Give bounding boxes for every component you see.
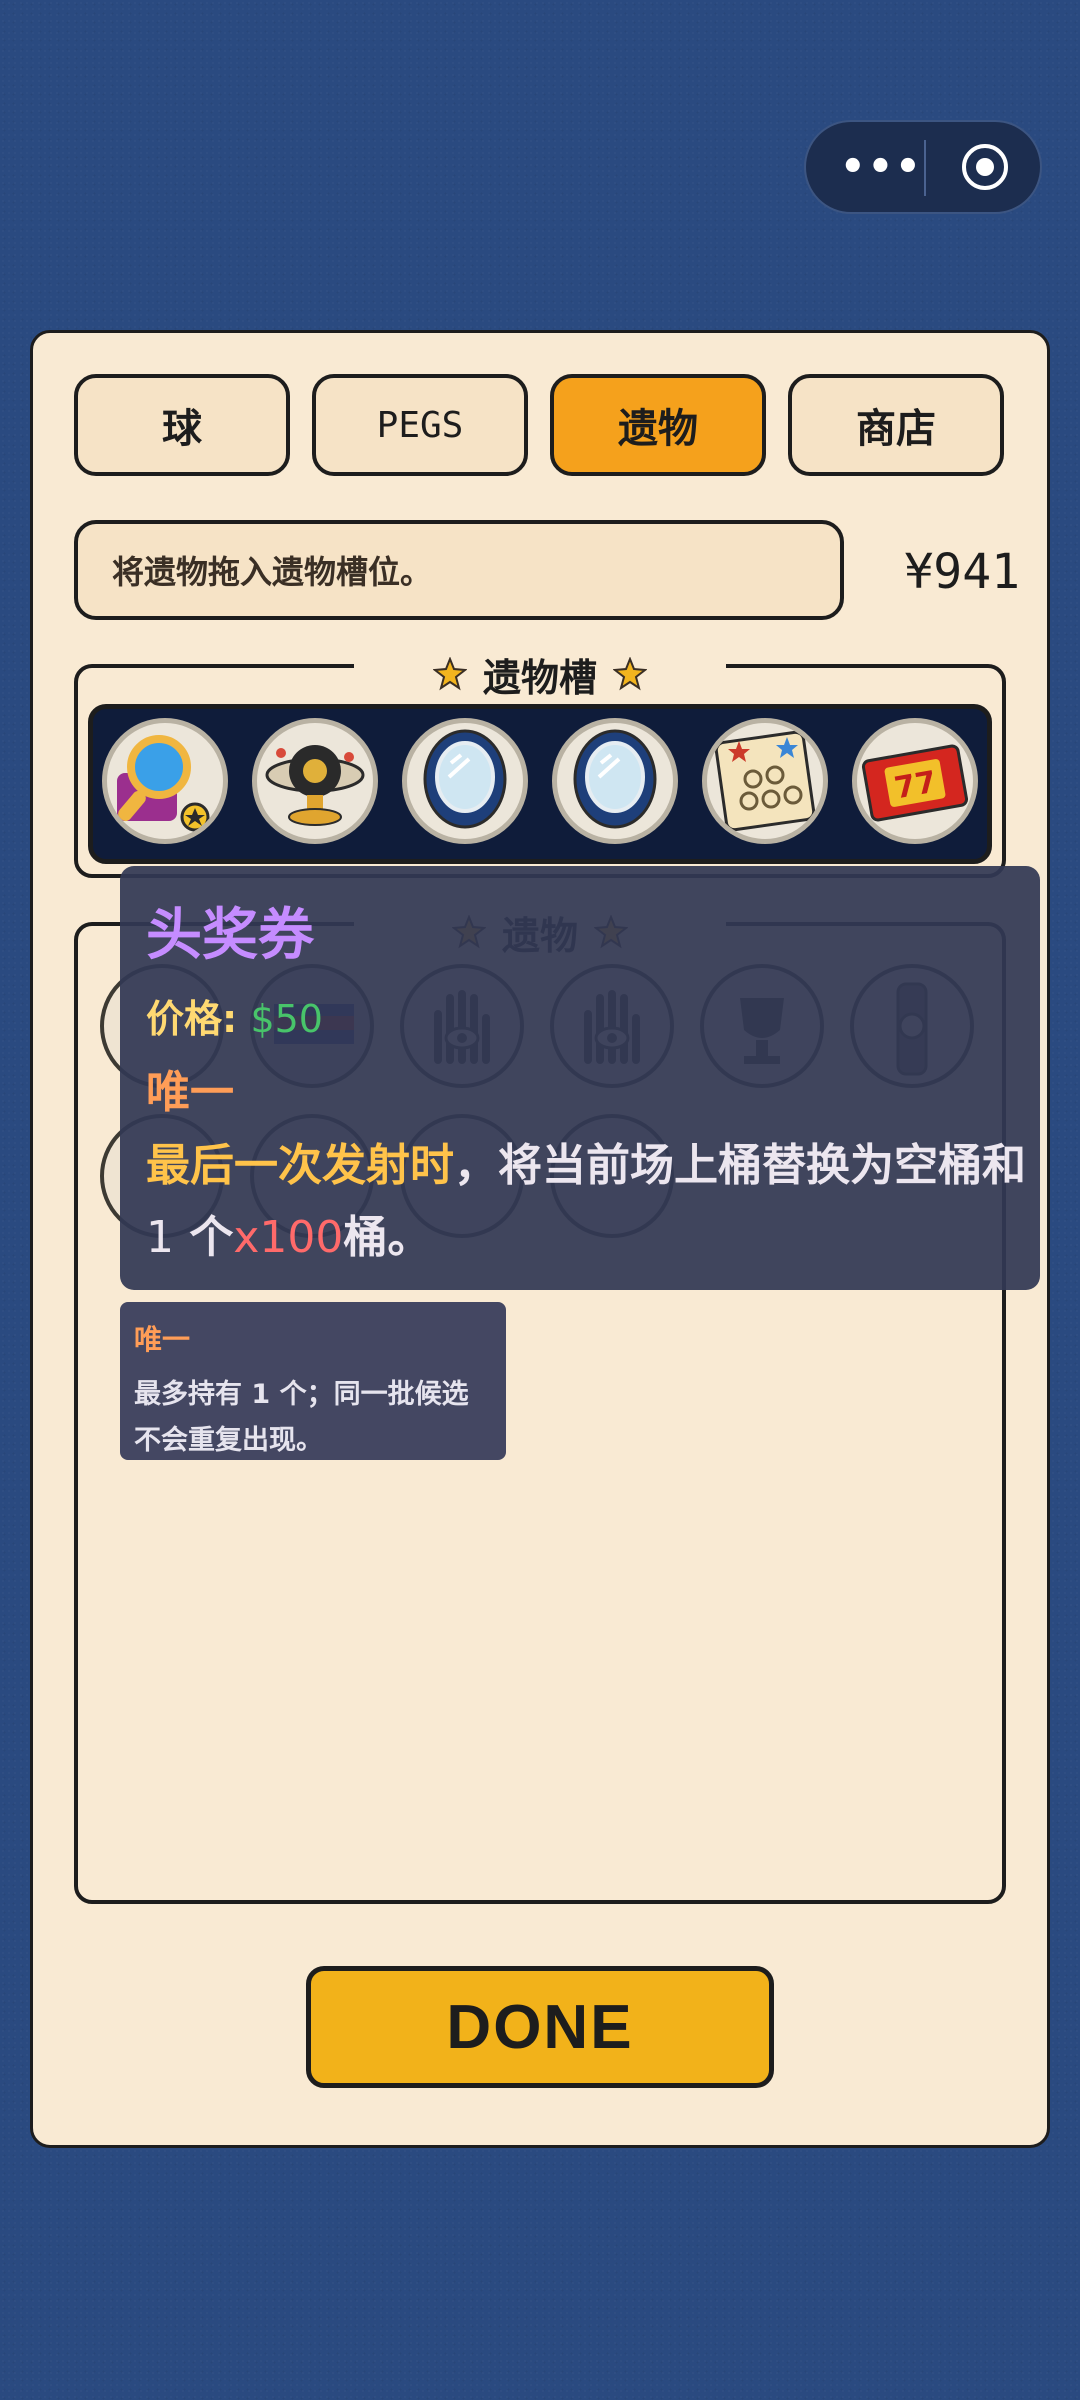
price-label: 价格: [146, 997, 223, 1041]
tab-balls[interactable]: 球: [74, 374, 290, 476]
hint-box: 将遗物拖入遗物槽位。: [74, 520, 844, 620]
mirror-icon[interactable]: [402, 718, 528, 844]
hint-text: 将遗物拖入遗物槽位。: [112, 553, 433, 591]
done-button[interactable]: DONE: [306, 1966, 774, 2088]
orb-icon[interactable]: [252, 718, 378, 844]
desc-count: 1: [146, 1212, 174, 1263]
mini-program-capsule: •••: [804, 120, 1042, 214]
tooltip-title: 头奖券: [146, 903, 314, 968]
star-icon: [432, 657, 467, 691]
price-sep: :: [222, 997, 238, 1041]
jackpot-ticket-icon[interactable]: 77: [852, 718, 978, 844]
tooltip-price: 价格: $50: [146, 988, 323, 1043]
capsule-divider: [924, 140, 926, 196]
desc-multiplier: x100: [233, 1212, 344, 1263]
more-dots-icon[interactable]: •••: [840, 144, 921, 190]
tab-relics[interactable]: 遗物: [550, 374, 766, 476]
money-display: ¥941: [904, 544, 1020, 600]
tooltip-unique-tag[interactable]: 唯一: [146, 1056, 234, 1120]
tag-tooltip-title: 唯一: [134, 1323, 191, 1356]
target-icon[interactable]: [960, 142, 1010, 192]
magnifier-icon[interactable]: [102, 718, 228, 844]
relic-slots-title-text: 遗物槽: [482, 655, 597, 700]
desc-part2: 个: [174, 1212, 234, 1263]
tooltip-description: 最后一次发射时，将当前场上桶替换为空桶和 1 个x100桶。: [146, 1130, 1026, 1274]
bingo-card-icon[interactable]: [702, 718, 828, 844]
mirror-icon[interactable]: [552, 718, 678, 844]
desc-part1: ，将当前场上桶替换为空桶和: [454, 1140, 1026, 1191]
price-value: $50: [250, 997, 323, 1041]
desc-part3: 桶。: [343, 1212, 432, 1263]
tab-pegs[interactable]: PEGS: [312, 374, 528, 476]
relic-tooltip: 头奖券 价格: $50 唯一 最后一次发射时，将当前场上桶替换为空桶和 1 个x…: [120, 866, 1040, 1290]
tab-shop[interactable]: 商店: [788, 374, 1004, 476]
svg-text:77: 77: [892, 765, 939, 807]
tag-tooltip-text: 最多持有 1 个；同一批候选不会重复出现。: [134, 1379, 469, 1456]
star-icon: [613, 657, 647, 691]
desc-highlight: 最后一次发射时: [146, 1140, 454, 1191]
unique-tag-tooltip: 唯一 最多持有 1 个；同一批候选不会重复出现。: [120, 1302, 506, 1460]
relic-slots-title: 遗物槽: [354, 644, 726, 704]
